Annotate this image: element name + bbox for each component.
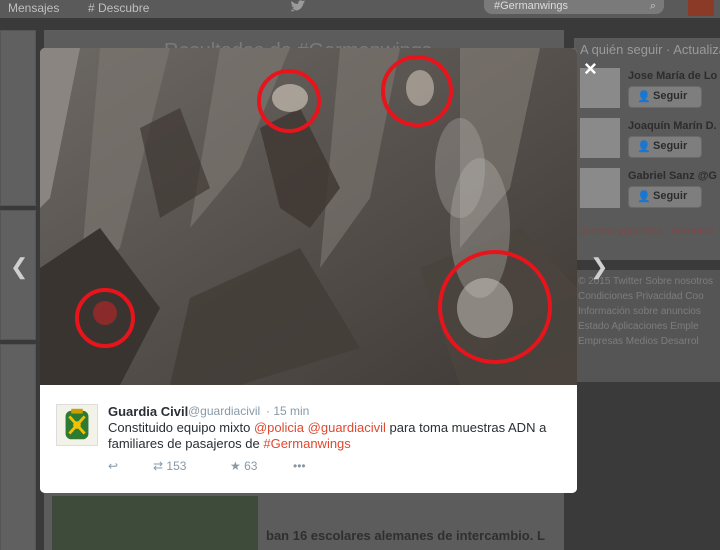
tweet-author-handle[interactable]: @guardiacivil xyxy=(188,404,260,418)
left-card xyxy=(0,344,36,550)
left-column xyxy=(0,30,36,550)
mention-link[interactable]: @guardiacivil xyxy=(308,420,386,435)
suggestion-item: Gabriel Sanz @G 👤 Seguir xyxy=(580,168,720,212)
retweet-icon: ⇄ xyxy=(153,459,164,473)
tweet-text: Constituido equipo mixto @policia @guard… xyxy=(108,420,547,451)
footer-line[interactable]: Información sobre anuncios xyxy=(578,304,720,319)
nav-discover[interactable]: # Descubre xyxy=(88,1,149,15)
media-modal: Guardia Civil @guardiacivil · 15 min Con… xyxy=(40,48,577,493)
tweet-timestamp[interactable]: · 15 min xyxy=(266,404,309,418)
reply-icon[interactable]: ↩ xyxy=(108,459,118,473)
top-bar: Mensajes # Descubre #Germanwings ⌕ xyxy=(0,0,720,18)
prev-arrow-icon[interactable]: ❮ xyxy=(10,254,28,280)
star-icon: ★ xyxy=(230,459,241,473)
person-add-icon: 👤 xyxy=(637,141,651,153)
follow-button[interactable]: 👤 Seguir xyxy=(628,86,702,108)
avatar[interactable] xyxy=(580,168,620,208)
suggestion-name[interactable]: Joaquín Marín D. xyxy=(628,120,717,132)
footer-line[interactable]: Empresas Medios Desarrol xyxy=(578,334,720,349)
retweet-button[interactable]: ⇄ 153 xyxy=(153,459,186,473)
suggestion-item: Jose María de Lo 👤 Seguir xyxy=(580,68,720,112)
footer-line[interactable]: Condiciones Privacidad Coo xyxy=(578,289,720,304)
tweet-actions: ↩ ⇄ 153 ★ 63 ••• xyxy=(108,459,408,477)
tweet-author-name[interactable]: Guardia Civil xyxy=(108,404,188,419)
close-icon[interactable]: × xyxy=(584,56,597,82)
person-add-icon: 👤 xyxy=(637,191,651,203)
hashtag-link[interactable]: #Germanwings xyxy=(263,436,350,451)
twitter-bird-icon[interactable] xyxy=(290,0,308,14)
search-icon: ⌕ xyxy=(649,0,656,12)
favorite-count: 63 xyxy=(244,459,258,473)
profile-card xyxy=(0,30,36,206)
follow-button[interactable]: 👤 Seguir xyxy=(628,186,702,208)
favorite-button[interactable]: ★ 63 xyxy=(230,459,257,473)
sidebar-links[interactable]: Cuentas populares · Encontrar xyxy=(578,226,714,237)
suggestion-item: Joaquín Marín D. 👤 Seguir xyxy=(580,118,720,162)
tweet-card: Guardia Civil @guardiacivil · 15 min Con… xyxy=(40,385,577,493)
next-arrow-icon[interactable]: ❯ xyxy=(590,254,608,280)
follow-button[interactable]: 👤 Seguir xyxy=(628,136,702,158)
who-to-follow-title: A quién seguir · Actualizar xyxy=(580,42,720,57)
retweet-count: 153 xyxy=(166,459,187,473)
avatar[interactable] xyxy=(580,118,620,158)
suggestion-name[interactable]: Gabriel Sanz @G xyxy=(628,170,717,182)
person-add-icon: 👤 xyxy=(637,91,651,103)
footer-line[interactable]: Estado Aplicaciones Emple xyxy=(578,319,720,334)
guardia-civil-logo[interactable] xyxy=(56,404,98,446)
result-photo[interactable] xyxy=(52,496,258,550)
right-sidebar: A quién seguir · Actualizar Jose María d… xyxy=(574,30,720,550)
result-snippet: ban 16 escolares alemanes de intercambio… xyxy=(266,528,545,543)
nav-messages[interactable]: Mensajes xyxy=(8,1,59,15)
mention-link[interactable]: @policia xyxy=(254,420,304,435)
more-icon[interactable]: ••• xyxy=(293,459,306,473)
user-avatar[interactable] xyxy=(688,0,714,16)
crash-site-photo xyxy=(40,48,577,385)
suggestion-name[interactable]: Jose María de Lo xyxy=(628,70,717,82)
footer-links: © 2015 Twitter Sobre nosotros Condicione… xyxy=(574,270,720,382)
search-input[interactable]: #Germanwings ⌕ xyxy=(484,0,664,14)
